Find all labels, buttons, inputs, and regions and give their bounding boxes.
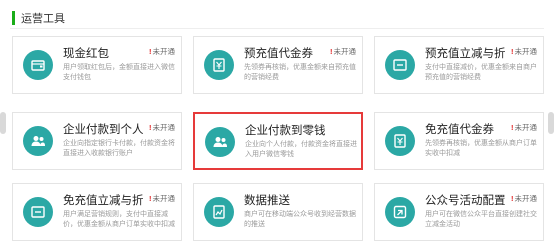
card-description: 企业向个人付款，付款资金将直接进入用户微信零钱 — [245, 141, 357, 158]
chart-icon — [204, 197, 234, 227]
scroll-left-handle[interactable] — [0, 112, 6, 134]
tool-card-prepaid-discount[interactable]: 预充值立减与折扣 支付中直接减价，优惠金额来自商户预充值的营销经费 !未开通 — [374, 36, 544, 94]
card-description: 先领券再核销，优惠金额从商户订单实收中扣减 — [425, 140, 537, 157]
card-description: 用户满足营销规则，支付中直接减价，优惠金额从商户订单实收中扣减 — [63, 211, 175, 228]
tool-card-prepaid-coupon[interactable]: 预充值代金券 先领券再核销，优惠金额来自预充值的营销经费 !未开通 — [193, 36, 363, 94]
coupon-icon — [204, 50, 234, 80]
discount-icon — [23, 197, 53, 227]
section-header: 运营工具 — [12, 10, 65, 26]
card-description: 先领券再核销，优惠金额来自预充值的营销经费 — [244, 64, 356, 81]
status-badge: !未开通 — [149, 194, 175, 203]
share-icon — [385, 197, 415, 227]
card-title: 预充值代金券 — [244, 48, 313, 60]
card-title: 企业付款到个人银... — [63, 124, 143, 136]
card-title: 预充值立减与折扣 — [425, 48, 505, 60]
status-badge: !未开通 — [511, 47, 537, 56]
tool-card-cash-red-packet[interactable]: 现金红包 用户领取红包后，金额直接进入微信支付钱包 !未开通 — [12, 36, 182, 94]
tool-card-free-discount[interactable]: 免充值立减与折扣 用户满足营销规则，支付中直接减价，优惠金额从商户订单实收中扣减… — [12, 183, 182, 241]
card-title: 现金红包 — [63, 48, 109, 60]
tool-card-data-push[interactable]: 数据推送 商户可在移动端公众号收到经营数据的推送 — [193, 183, 363, 241]
card-description: 企业向指定银行卡付款，付款资金将直接进入收款银行账户 — [63, 140, 175, 157]
status-badge: !未开通 — [149, 123, 175, 132]
tool-card-official-account-activity[interactable]: 公众号活动配置 用户可在微信公众平台直接创建社交立减金活动 !未开通 — [374, 183, 544, 241]
discount-icon — [385, 50, 415, 80]
users-icon — [205, 127, 235, 157]
card-title: 免充值代金券 — [425, 124, 494, 136]
status-badge: !未开通 — [330, 47, 356, 56]
status-badge: !未开通 — [511, 194, 537, 203]
card-description: 用户领取红包后，金额直接进入微信支付钱包 — [63, 64, 175, 81]
card-title: 免充值立减与折扣 — [63, 195, 143, 207]
users-icon — [23, 126, 53, 156]
card-title: 企业付款到零钱 — [245, 125, 325, 137]
header-divider — [10, 28, 544, 29]
tool-card-free-coupon[interactable]: 免充值代金券 先领券再核销，优惠金额从商户订单实收中扣减 !未开通 — [374, 112, 544, 170]
tool-card-pay-to-change[interactable]: 企业付款到零钱 企业向个人付款，付款资金将直接进入用户微信零钱 — [193, 112, 363, 170]
status-badge: !未开通 — [149, 47, 175, 56]
section-title: 运营工具 — [21, 13, 65, 25]
card-description: 支付中直接减价，优惠金额来自商户预充值的营销经费 — [425, 64, 537, 81]
coupon-icon — [385, 126, 415, 156]
section-accent-bar — [12, 11, 15, 25]
status-badge: !未开通 — [511, 123, 537, 132]
card-title: 公众号活动配置 — [425, 195, 505, 207]
card-title: 数据推送 — [244, 195, 290, 207]
card-description: 商户可在移动端公众号收到经营数据的推送 — [244, 211, 356, 228]
tool-card-pay-to-bank[interactable]: 企业付款到个人银... 企业向指定银行卡付款，付款资金将直接进入收款银行账户 !… — [12, 112, 182, 170]
scroll-right-handle[interactable] — [548, 112, 554, 134]
card-description: 用户可在微信公众平台直接创建社交立减金活动 — [425, 211, 537, 228]
wallet-icon — [23, 50, 53, 80]
